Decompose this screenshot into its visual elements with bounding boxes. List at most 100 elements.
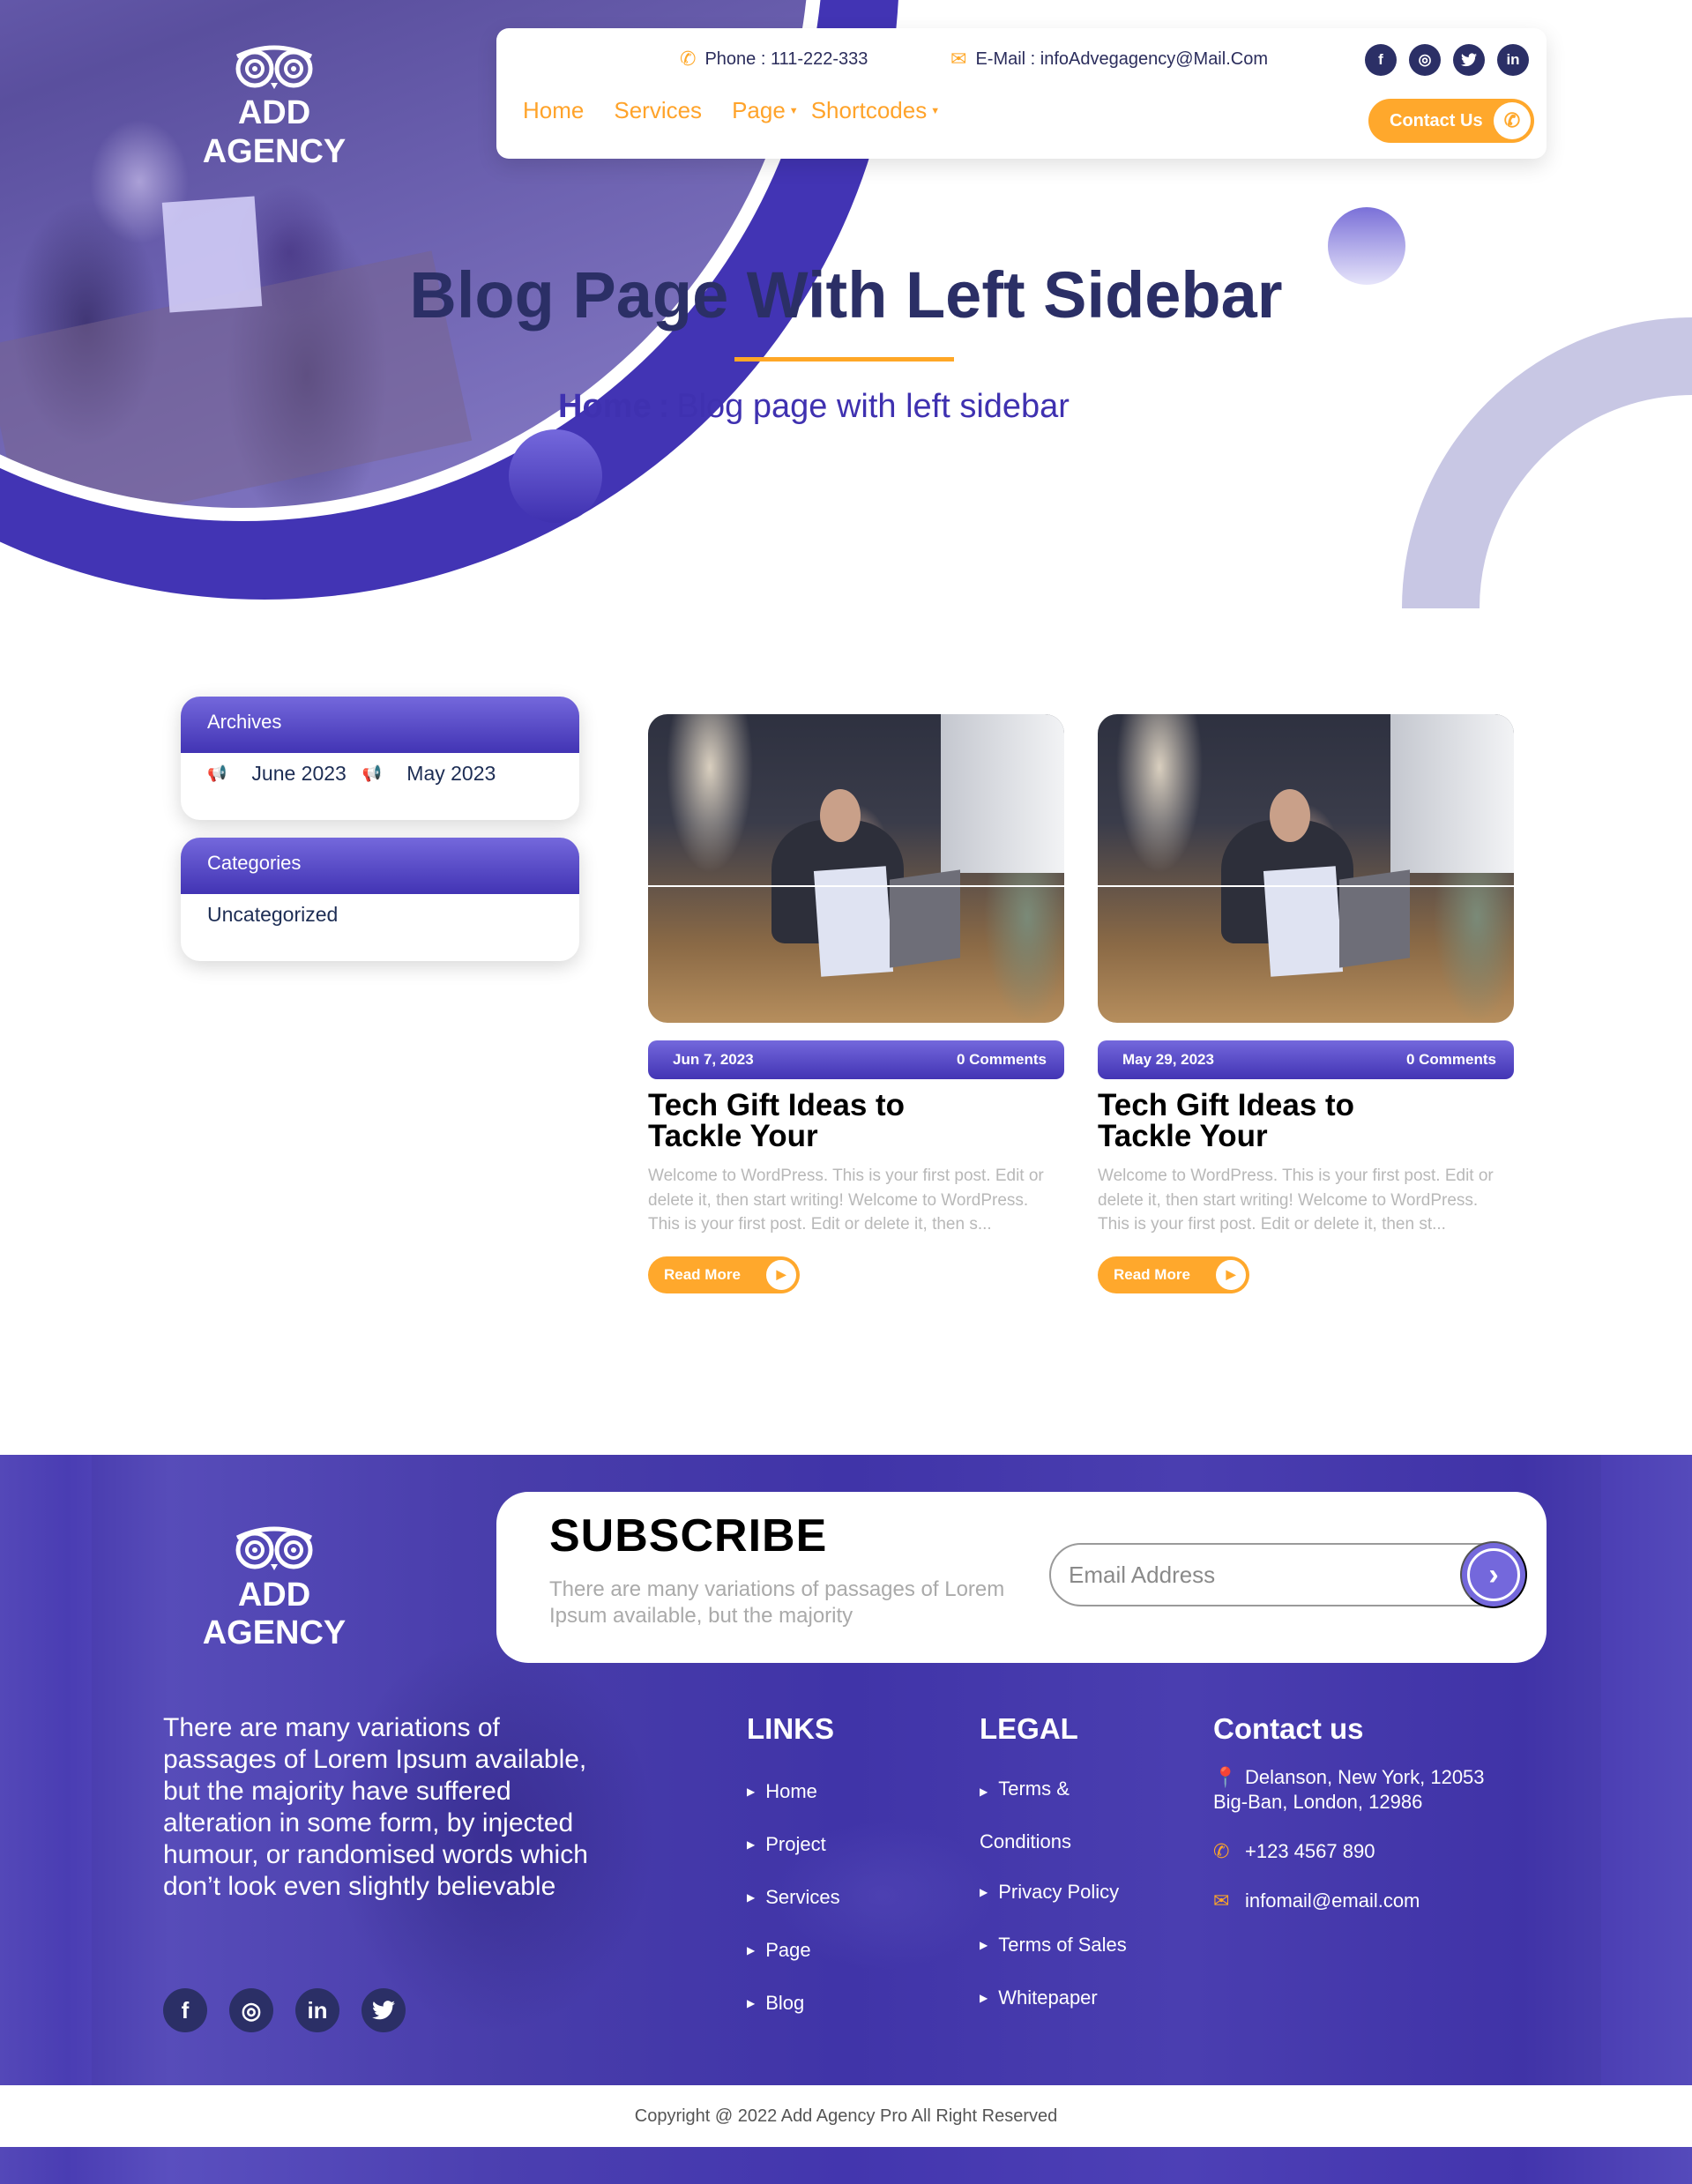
copyright-bar: Copyright @ 2022 Add Agency Pro All Righ… (0, 2085, 1692, 2147)
contact-us-button[interactable]: Contact Us ✆ (1368, 99, 1534, 143)
footer-link-whitepaper[interactable]: ▶ Whitepaper (980, 1972, 1127, 2024)
subscribe-text: There are many variations of passages of… (549, 1577, 1005, 1628)
caret-right-icon: ▶ (747, 1838, 756, 1851)
post-thumbnail[interactable] (1098, 714, 1514, 1023)
post-comments[interactable]: 0 Comments (1406, 1051, 1496, 1069)
category-link-uncategorized[interactable]: Uncategorized (207, 903, 338, 926)
nav-home[interactable]: Home (523, 97, 584, 124)
nav-shortcodes[interactable]: Shortcodes ▼ (811, 97, 940, 124)
decorative-arc (1402, 317, 1692, 617)
copyright-text: Copyright @ 2022 Add Agency Pro All Righ… (634, 2106, 1058, 2126)
footer-link-privacy-policy[interactable]: ▶ Privacy Policy (980, 1866, 1127, 1919)
email-input[interactable] (1069, 1557, 1439, 1592)
breadcrumb: Home : Blog page with left sidebar (558, 388, 1070, 426)
archive-link-june-2023[interactable]: June 2023 (251, 762, 346, 786)
contact-phone[interactable]: ✆ +123 4567 890 (1213, 1839, 1485, 1864)
footer-link-terms-of-sales[interactable]: ▶ Terms of Sales (980, 1919, 1127, 1972)
decorative-circle (509, 429, 602, 523)
caret-right-icon: ▶ (747, 1785, 756, 1798)
archives-title: Archives (181, 697, 579, 753)
linkedin-icon[interactable]: in (1497, 44, 1529, 76)
header-bar: ✆ Phone : 111-222-333 ✉ E-Mail : infoAdv… (496, 28, 1547, 159)
header-social-links: f ◎ in (1365, 44, 1529, 76)
post-thumbnail[interactable] (648, 714, 1064, 1023)
caret-right-icon: ▶ (980, 1992, 988, 2004)
play-icon: ▶ (764, 1257, 798, 1292)
linkedin-icon[interactable]: in (295, 1988, 339, 2032)
megaphone-icon: 📢 (207, 764, 227, 782)
footer-link-services[interactable]: ▶ Services (747, 1871, 840, 1924)
post-excerpt: Welcome to WordPress. This is your first… (1098, 1167, 1494, 1234)
logo[interactable]: ADD AGENCY (163, 44, 385, 171)
footer-logo[interactable]: ADD AGENCY (163, 1525, 385, 1652)
footer-link-terms-conditions[interactable]: ▶ Terms & Conditions (980, 1765, 1127, 1866)
post-title[interactable]: Tech Gift Ideas to Tackle Your (1098, 1090, 1415, 1152)
caret-down-icon: ▼ (788, 105, 799, 116)
legal-heading: LEGAL (980, 1712, 1078, 1745)
facebook-icon[interactable]: f (163, 1988, 207, 2032)
megaphone-icon: 📢 (362, 764, 383, 782)
archives-widget: Archives 📢 June 2023 📢 May 2023 (181, 697, 579, 820)
read-more-button[interactable]: Read More ▶ (648, 1256, 800, 1293)
nav-page[interactable]: Page ▼ (732, 97, 799, 124)
subscribe-submit-button[interactable]: › (1460, 1541, 1527, 1608)
post-excerpt: Welcome to WordPress. This is your first… (648, 1167, 1044, 1234)
chevron-right-icon: › (1467, 1548, 1520, 1601)
caret-right-icon: ▶ (747, 1891, 756, 1904)
archive-link-may-2023[interactable]: May 2023 (406, 762, 496, 786)
post-title[interactable]: Tech Gift Ideas to Tackle Your (648, 1090, 965, 1152)
email-field-wrapper: › (1049, 1541, 1527, 1608)
owl-icon (235, 1526, 313, 1570)
categories-title: Categories (181, 838, 579, 894)
page-title: Blog Page With Left Sidebar (409, 258, 1283, 332)
contact-heading: Contact us (1213, 1712, 1364, 1745)
subscribe-title: SUBSCRIBE (549, 1510, 828, 1562)
post-meta: Jun 7, 2023 0 Comments (648, 1040, 1064, 1079)
title-underline (734, 357, 954, 362)
footer-link-page[interactable]: ▶ Page (747, 1924, 840, 1977)
blog-card: Jun 7, 2023 0 Comments Tech Gift Ideas t… (648, 714, 1064, 1293)
caret-right-icon: ▶ (747, 1997, 756, 2009)
footer-legal-column: LEGAL ▶ Terms & Conditions ▶ Privacy Polic… (980, 1712, 1127, 2024)
blog-card: May 29, 2023 0 Comments Tech Gift Ideas … (1098, 714, 1514, 1293)
footer: ADD AGENCY SUBSCRIBE There are many vari… (0, 1455, 1692, 2184)
breadcrumb-home[interactable]: Home (558, 388, 652, 426)
header-email[interactable]: ✉ E-Mail : infoAdvegagency@Mail.Com (950, 48, 1268, 71)
twitter-icon[interactable] (1453, 44, 1485, 76)
post-comments[interactable]: 0 Comments (957, 1051, 1047, 1069)
footer-link-project[interactable]: ▶ Project (747, 1818, 840, 1871)
twitter-icon[interactable] (362, 1988, 406, 2032)
instagram-icon[interactable]: ◎ (1409, 44, 1441, 76)
post-date: May 29, 2023 (1122, 1051, 1214, 1068)
caret-right-icon: ▶ (980, 1785, 988, 1798)
caret-right-icon: ▶ (980, 1939, 988, 1951)
instagram-icon[interactable]: ◎ (229, 1988, 273, 2032)
envelope-icon: ✉ (950, 48, 967, 70)
caret-right-icon: ▶ (747, 1944, 756, 1957)
footer-links-column: LINKS ▶ Home ▶ Project ▶ Services ▶ Page ▶ Bl… (747, 1712, 840, 2030)
contact-email[interactable]: ✉ infomail@email.com (1213, 1889, 1485, 1913)
phone-icon: ✆ (1494, 102, 1531, 139)
owl-icon (235, 45, 313, 89)
hero-section: ADD AGENCY ✆ Phone : 111-222-333 ✉ E-Mai… (0, 0, 1692, 617)
subscribe-box: SUBSCRIBE There are many variations of p… (496, 1492, 1547, 1663)
phone-icon: ✆ (680, 48, 697, 70)
links-heading: LINKS (747, 1712, 834, 1745)
categories-widget: Categories Uncategorized (181, 838, 579, 961)
facebook-icon[interactable]: f (1365, 44, 1397, 76)
play-icon: ▶ (1214, 1257, 1248, 1292)
nav-services[interactable]: Services (614, 97, 702, 124)
read-more-button[interactable]: Read More ▶ (1098, 1256, 1249, 1293)
post-date: Jun 7, 2023 (673, 1051, 754, 1068)
footer-social-links: f ◎ in (163, 1988, 406, 2032)
logo-text: ADD AGENCY (202, 94, 347, 170)
header-phone[interactable]: ✆ Phone : 111-222-333 (680, 48, 868, 71)
breadcrumb-separator: : (658, 388, 670, 425)
footer-link-blog[interactable]: ▶ Blog (747, 1977, 840, 2030)
email-label: E-Mail : infoAdvegagency@Mail.Com (975, 48, 1268, 69)
caret-down-icon: ▼ (930, 105, 941, 116)
footer-about-text: There are many variations of passages of… (163, 1713, 588, 1901)
phone-icon: ✆ (1213, 1840, 1230, 1862)
caret-right-icon: ▶ (980, 1886, 988, 1898)
footer-link-home[interactable]: ▶ Home (747, 1765, 840, 1818)
